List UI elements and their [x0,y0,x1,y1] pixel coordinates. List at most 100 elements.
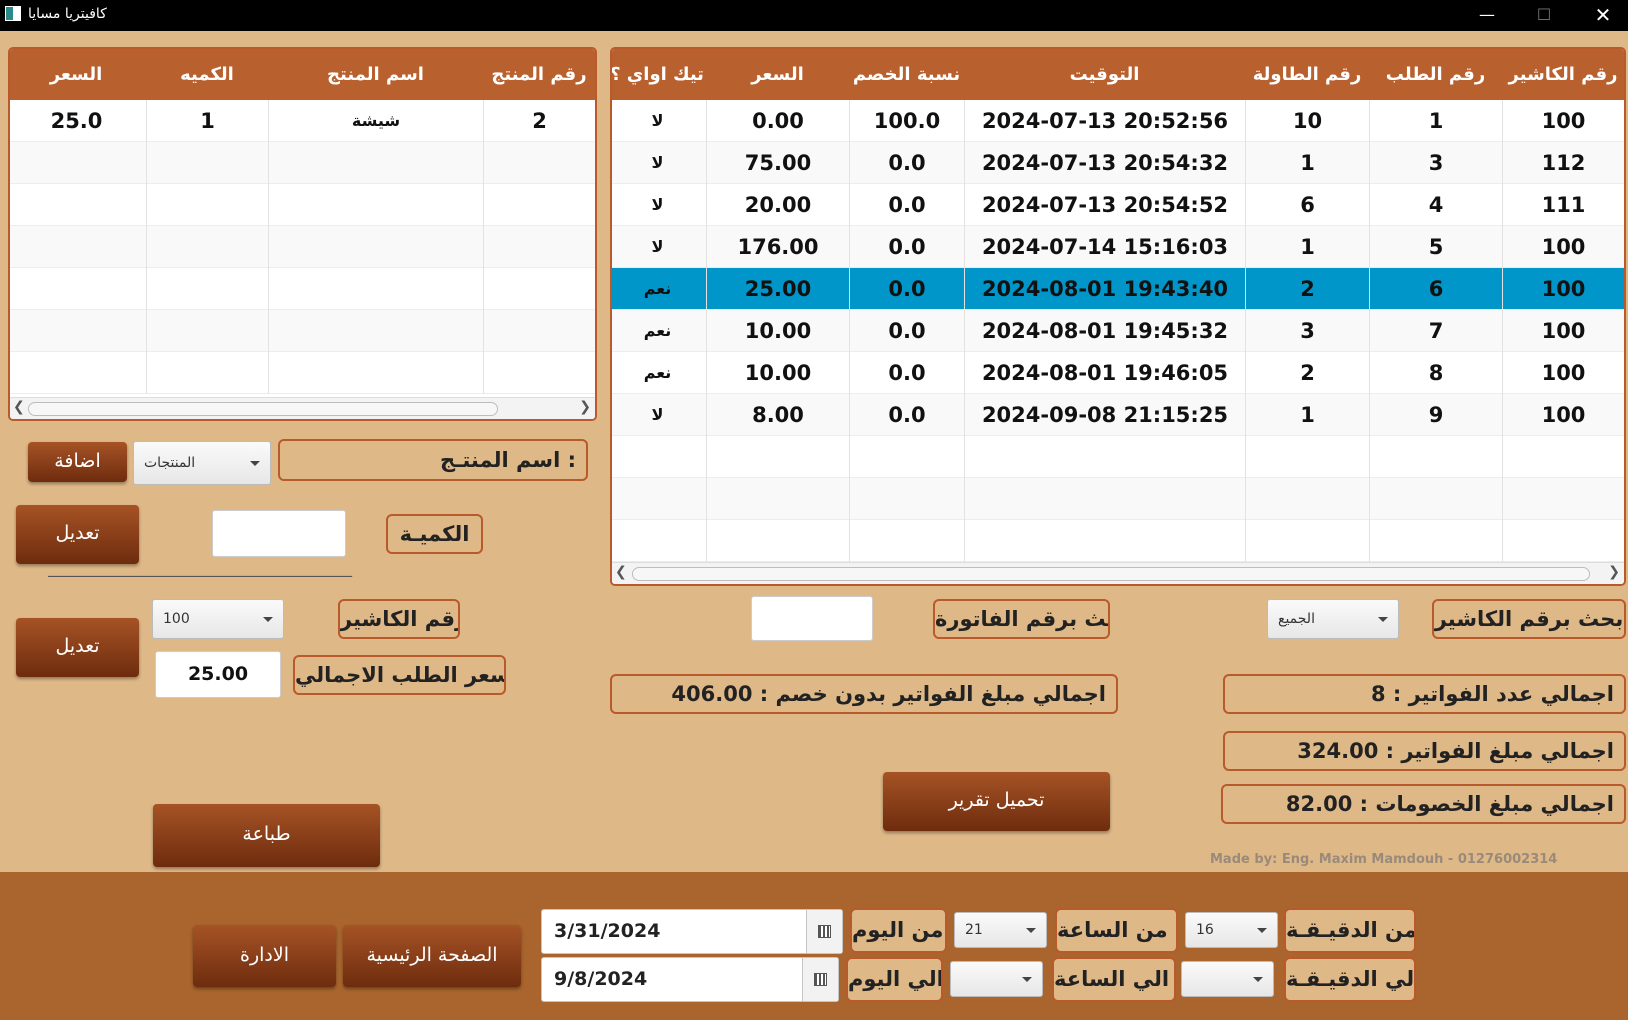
table-cell: 2024-08-01 19:43:40 [964,268,1245,310]
scroll-thumb[interactable] [632,567,1590,581]
cashier-combo[interactable]: 100 [152,599,284,639]
total-without-discount: اجمالي مبلغ الفواتير بدون خصم : 406.00 [610,674,1118,714]
table-cell [483,268,595,310]
total-discounts: اجمالي مبلغ الخصومات : 82.00 [1221,784,1626,824]
scroll-left-icon[interactable]: ❮ [615,564,627,580]
product-name-label: اسم المنتـج : [278,439,588,481]
minimize-icon[interactable]: — [1467,4,1507,26]
add-button[interactable]: اضافة [28,442,127,482]
order-total-label: سعر الطلب الاجمالي [293,655,506,695]
table-cell: 176.00 [706,226,849,268]
table-cell: 1 [1245,394,1369,436]
title-bar: كافيتريا مسايا — ☐ ✕ [0,0,1628,31]
table-row[interactable]: 112 3 1 2024-07-13 20:54:32 0.0 75.00 لا [612,142,1624,184]
order-items-table[interactable]: رقم المنتج اسم المنتج الكميه السعر 2 شيشة… [8,47,597,421]
table-cell: 7 [1369,310,1502,352]
table-cell [849,520,964,562]
table-cell [10,352,146,394]
table-cell [10,226,146,268]
print-button[interactable]: طباعة [153,804,380,867]
table-row[interactable]: 100 8 2 2024-08-01 19:46:05 0.0 10.00 نعم [612,352,1624,394]
scroll-left-icon[interactable]: ❮ [13,399,25,415]
table-cell [612,520,706,562]
table-row[interactable]: 100 1 10 2024-07-13 20:52:56 100.0 0.00 لا [612,100,1624,142]
scroll-right-icon[interactable]: ❯ [579,399,591,415]
column-header[interactable]: رقم الطاولة [1245,49,1369,100]
calendar-icon[interactable] [802,958,838,1001]
total-invoice-count: اجمالي عدد الفواتير : 8 [1223,674,1626,714]
table-cell: 8 [1369,352,1502,394]
table-cell: لا [612,184,706,226]
table-row[interactable] [612,436,1624,478]
table-cell: 100 [1502,352,1624,394]
maximize-icon[interactable]: ☐ [1524,4,1564,26]
table-row[interactable] [10,226,595,268]
table-cell [1245,436,1369,478]
column-header[interactable]: نسبة الخصم [849,49,964,100]
cashier-filter-combo[interactable]: الجميع [1267,599,1399,639]
table-header: رقم الكاشير رقم الطلب رقم الطاولة التوقي… [612,49,1624,100]
table-row[interactable]: 100 6 2 2024-08-01 19:43:40 0.0 25.00 نعم [612,268,1624,310]
column-header[interactable]: التوقيت [964,49,1245,100]
table-row[interactable]: 100 5 1 2024-07-14 15:16:03 0.0 176.00 لا [612,226,1624,268]
horizontal-scrollbar[interactable]: ❮ ❯ [10,397,595,419]
table-cell: 6 [1245,184,1369,226]
table-row[interactable] [10,352,595,394]
table-row[interactable] [10,184,595,226]
table-row[interactable]: 100 9 1 2024-09-08 21:15:25 0.0 8.00 لا [612,394,1624,436]
from-hour-combo[interactable]: 21 [954,912,1047,948]
table-cell [964,478,1245,520]
order-total-input[interactable]: 25.00 [155,651,281,698]
app-icon [5,6,21,21]
to-hour-combo[interactable] [950,961,1043,997]
column-header[interactable]: الكميه [146,49,268,100]
to-date-picker[interactable]: 9/8/2024 [541,957,839,1002]
table-row[interactable] [612,520,1624,562]
orders-table[interactable]: رقم الكاشير رقم الطلب رقم الطاولة التوقي… [610,47,1626,586]
edit-quantity-button[interactable]: تعديل [16,505,139,564]
admin-button[interactable]: الادارة [193,925,336,987]
table-row[interactable] [612,478,1624,520]
table-cell: 111 [1502,184,1624,226]
table-cell: 25.0 [10,100,146,142]
quantity-input[interactable] [212,510,346,557]
from-date-picker[interactable]: 3/31/2024 [541,909,843,954]
table-cell: 100 [1502,100,1624,142]
close-icon[interactable]: ✕ [1583,4,1623,26]
column-header[interactable]: السعر [10,49,146,100]
table-cell [146,352,268,394]
table-cell [849,478,964,520]
to-day-label: الي اليوم : [846,957,943,1002]
invoice-search-input[interactable] [751,596,873,641]
load-report-button[interactable]: تحميل تقرير [883,772,1110,831]
table-row[interactable]: 111 4 6 2024-07-13 20:54:52 0.0 20.00 لا [612,184,1624,226]
home-button[interactable]: الصفحة الرئيسية [343,925,521,987]
from-minute-combo[interactable]: 16 [1185,912,1278,948]
calendar-icon[interactable] [806,910,842,953]
table-row[interactable] [10,268,595,310]
table-cell: 0.0 [849,184,964,226]
column-header[interactable]: رقم الطلب [1369,49,1502,100]
table-cell [146,268,268,310]
scroll-thumb[interactable] [28,402,498,416]
horizontal-scrollbar[interactable]: ❮ ❯ [612,562,1624,584]
table-row[interactable]: 2 شيشة 1 25.0 [10,100,595,142]
table-cell: 112 [1502,142,1624,184]
table-row[interactable]: 100 7 3 2024-08-01 19:45:32 0.0 10.00 نعم [612,310,1624,352]
table-row[interactable] [10,142,595,184]
column-header[interactable]: تيك اواي ؟ [612,49,706,100]
table-cell: 0.0 [849,142,964,184]
to-minute-combo[interactable] [1181,961,1274,997]
table-cell [849,436,964,478]
column-header[interactable]: رقم الكاشير [1502,49,1624,100]
scroll-right-icon[interactable]: ❯ [1608,564,1620,580]
table-cell: 2024-07-13 20:54:52 [964,184,1245,226]
table-cell [1369,520,1502,562]
column-header[interactable]: السعر [706,49,849,100]
products-combo[interactable]: المنتجات [133,441,271,485]
table-cell: 8.00 [706,394,849,436]
edit-cashier-button[interactable]: تعديل [16,618,139,677]
table-row[interactable] [10,310,595,352]
column-header[interactable]: رقم المنتج [483,49,595,100]
column-header[interactable]: اسم المنتج [268,49,483,100]
